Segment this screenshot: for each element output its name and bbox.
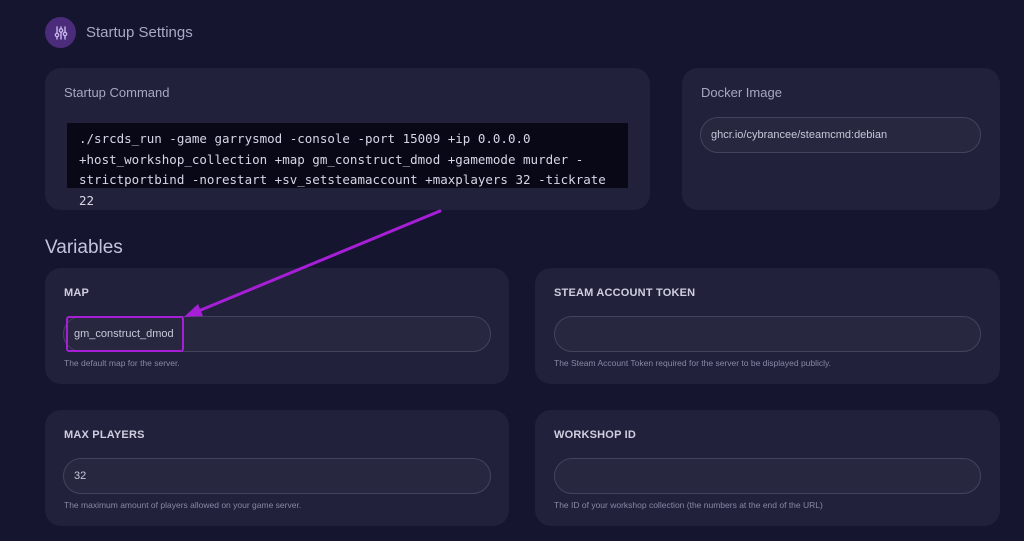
annotation-arrow: [184, 209, 442, 317]
